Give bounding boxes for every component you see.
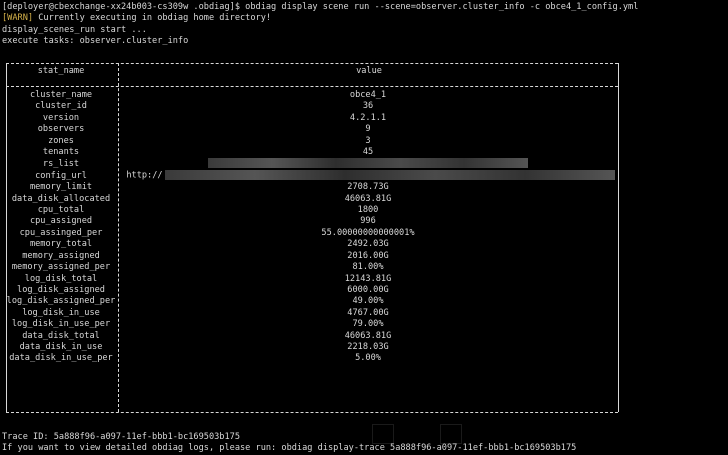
value-cell: 5.00%: [355, 353, 381, 364]
table-row: log_disk_assigned 6000.00G: [6, 285, 620, 296]
warning-line: [WARN] Currently executing in obdiag hom…: [2, 13, 726, 24]
stat-name-cell: tenants: [42, 147, 80, 158]
value-cell: 79.00%: [352, 319, 384, 330]
stat-name-cell: cpu_total: [37, 205, 85, 216]
table-row: memory_assigned 2016.00G: [6, 251, 620, 262]
stat-name-cell: cpu_assinged_per: [19, 227, 103, 238]
stat-name-cell: data_disk_in_use: [19, 341, 103, 352]
table-row: log_disk_in_use 4767.00G: [6, 308, 620, 319]
start-line: display_scenes_run start ...: [2, 24, 147, 35]
footer-output: Trace ID: 5a888f96-a097-11ef-bbb1-bc1695…: [2, 432, 726, 455]
table-row: cpu_assinged_per 55.00000000000001%: [6, 228, 620, 239]
value-cell: 2708.73G: [347, 182, 389, 193]
table-row: cpu_assigned 996: [6, 216, 620, 227]
stat-name-cell: cluster_name: [29, 90, 93, 100]
stat-name-cell: version: [42, 112, 80, 123]
table-row: zones 3: [6, 136, 620, 147]
value-cell: 3: [365, 135, 371, 146]
table-row: log_disk_total 12143.81G: [6, 274, 620, 285]
table-header: stat_name value: [6, 66, 620, 80]
stat-name-cell: rs_list: [42, 158, 80, 169]
stat-name-cell: log_disk_assigned: [17, 284, 105, 295]
value-cell: 45: [362, 147, 374, 158]
value-cell: 1800: [357, 205, 379, 216]
value-cell: 2218.03G: [347, 341, 389, 352]
value-cell: 2016.00G: [347, 250, 389, 261]
table-row: version 4.2.1.1: [6, 113, 620, 124]
warn-text: Currently executing in obdiag home direc…: [33, 13, 272, 24]
table-row: observers 9: [6, 124, 620, 135]
terminal-output: [deployer@cbexchange-xx24b003-cs309w .ob…: [2, 2, 726, 48]
stat-name-cell: memory_assigned_per: [11, 262, 111, 273]
stat-name-cell: data_disk_total: [22, 330, 100, 341]
table-row: cluster_id 36: [6, 101, 620, 112]
value-cell: 9: [365, 124, 371, 135]
value-cell: 6000.00G: [347, 284, 389, 295]
table-row: memory_limit 2708.73G: [6, 182, 620, 193]
table-header-separator: [6, 86, 618, 87]
table-body: cluster_name obce4_1 cluster_id 36 version 4.…: [6, 90, 620, 365]
table-row: log_disk_assigned_per 49.00%: [6, 296, 620, 307]
value-cell: 46063.81G: [344, 193, 392, 204]
execute-line: execute tasks: observer.cluster_info: [2, 36, 189, 47]
stat-name-cell: zones: [48, 135, 74, 146]
redacted-block: [208, 158, 528, 169]
table-row: config_url http://: [6, 170, 620, 182]
table-row: data_disk_total 46063.81G: [6, 331, 620, 342]
table-row: data_disk_in_use_per 5.00%: [6, 353, 620, 364]
command-line: [deployer@cbexchange-xx24b003-cs309w .ob…: [2, 2, 639, 12]
value-cell: [116, 158, 620, 170]
help-line: If you want to view detailed obdiag logs…: [2, 443, 577, 454]
table-row: data_disk_in_use 2218.03G: [6, 342, 620, 353]
table-bottom-border: [6, 412, 618, 413]
table-row: rs_list: [6, 158, 620, 170]
stat-name-cell: log_disk_assigned_per: [6, 296, 116, 307]
table-row: tenants 45: [6, 147, 620, 158]
value-cell: 2492.03G: [347, 239, 389, 250]
value-cell: 36: [362, 101, 374, 112]
table-row: cpu_total 1800: [6, 205, 620, 216]
stat-name-cell: config_url: [35, 170, 87, 181]
table-row: log_disk_in_use_per 79.00%: [6, 319, 620, 330]
header-value: value: [356, 66, 382, 76]
table-row: data_disk_allocated 46063.81G: [6, 194, 620, 205]
value-cell: obce4_1: [349, 90, 387, 100]
stat-name-cell: data_disk_in_use_per: [9, 353, 113, 364]
value-cell: http://: [116, 170, 620, 182]
redacted-block: [164, 170, 615, 181]
value-cell: 4.2.1.1: [349, 112, 387, 123]
stat-name-cell: memory_limit: [29, 182, 93, 193]
value-cell: 4767.00G: [347, 307, 389, 318]
table-row: cluster_name obce4_1: [6, 90, 620, 101]
value-cell: 55.00000000000001%: [321, 227, 415, 238]
stat-name-cell: data_disk_allocated: [11, 193, 111, 204]
stat-name-cell: log_disk_total: [24, 273, 98, 284]
stat-name-cell: log_disk_in_use_per: [11, 319, 111, 330]
header-stat-name: stat_name: [37, 66, 85, 76]
table-row: memory_total 2492.03G: [6, 239, 620, 250]
cluster-info-table: stat_name value cluster_name obce4_1 clust…: [2, 60, 620, 418]
stat-name-cell: observers: [37, 124, 85, 135]
stat-name-cell: memory_total: [29, 239, 93, 250]
stat-name-cell: cluster_id: [35, 101, 87, 112]
table-row: memory_assigned_per 81.00%: [6, 262, 620, 273]
value-cell: 12143.81G: [344, 273, 392, 284]
config-url-prefix: http://: [126, 170, 163, 181]
warn-tag: [WARN]: [2, 13, 34, 24]
stat-name-cell: memory_assigned: [22, 250, 100, 261]
value-cell: 996: [360, 216, 376, 227]
stat-name-cell: cpu_assigned: [29, 216, 93, 227]
table-top-border: [6, 63, 618, 64]
value-cell: 46063.81G: [344, 330, 392, 341]
trace-line: Trace ID: 5a888f96-a097-11ef-bbb1-bc1695…: [2, 432, 240, 442]
value-cell: 81.00%: [352, 262, 384, 273]
value-cell: 49.00%: [352, 296, 384, 307]
stat-name-cell: log_disk_in_use: [22, 307, 100, 318]
